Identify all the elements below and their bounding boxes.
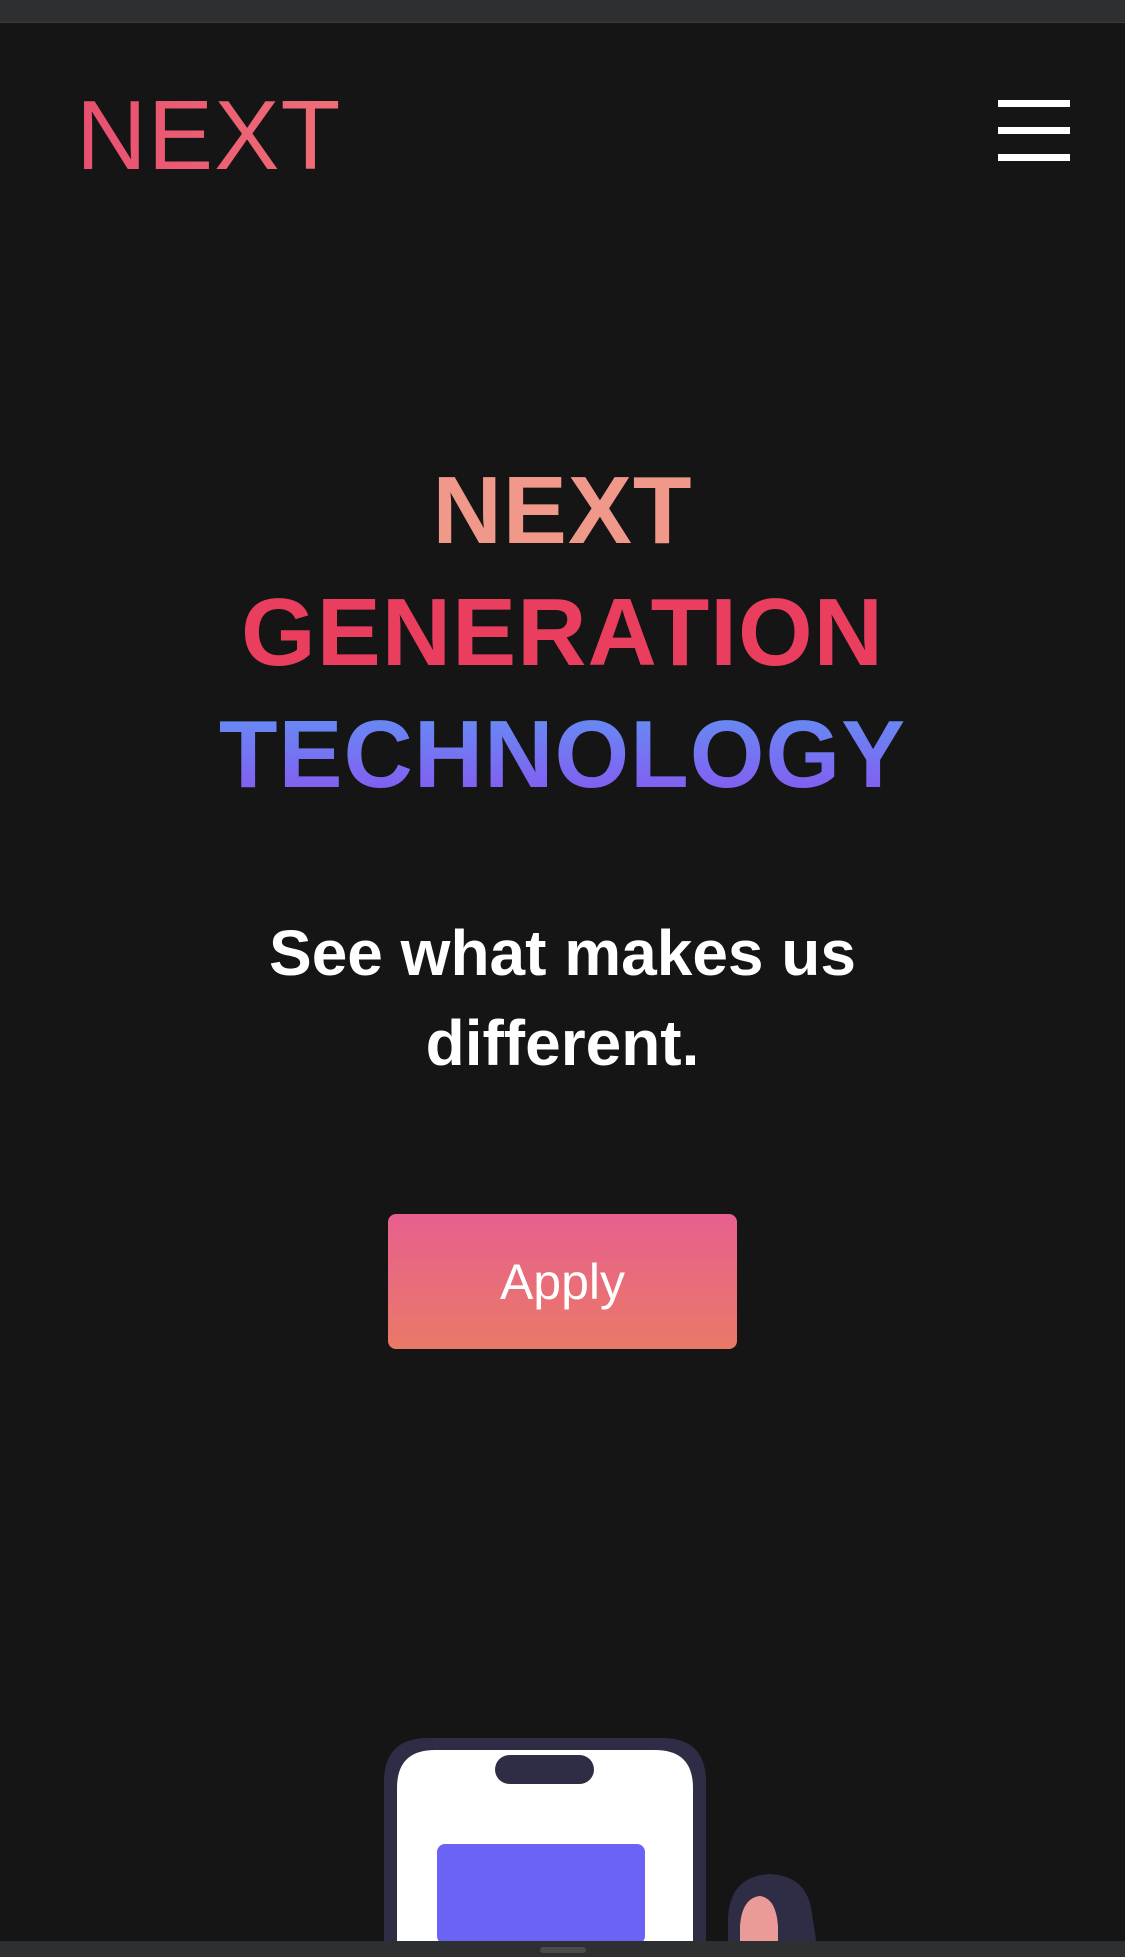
hero-line-next: NEXT <box>432 457 693 564</box>
browser-bottom-bar <box>0 1941 1125 1957</box>
hero-line-technology: TECHNOLOGY <box>0 694 1125 816</box>
menu-bar-bottom <box>998 154 1070 161</box>
logo[interactable]: NEXT <box>76 86 341 184</box>
hero-tagline: See what makes us different. <box>269 917 856 1079</box>
browser-top-bar <box>0 0 1125 23</box>
page: NEXT NEXT GENERATION TECHNOLOGY See what… <box>0 0 1125 1957</box>
apply-button[interactable]: Apply <box>388 1214 737 1349</box>
hero-line-generation: GENERATION <box>241 579 884 686</box>
hero-heading: NEXT GENERATION TECHNOLOGY <box>0 450 1125 816</box>
phone-illustration <box>384 1738 706 1957</box>
phone-screen-card <box>437 1844 645 1944</box>
menu-bar-top <box>998 100 1070 107</box>
home-indicator <box>540 1947 586 1953</box>
hamburger-menu-icon[interactable] <box>994 100 1074 162</box>
phone-notch <box>495 1755 594 1784</box>
menu-bar-middle <box>998 127 1070 134</box>
